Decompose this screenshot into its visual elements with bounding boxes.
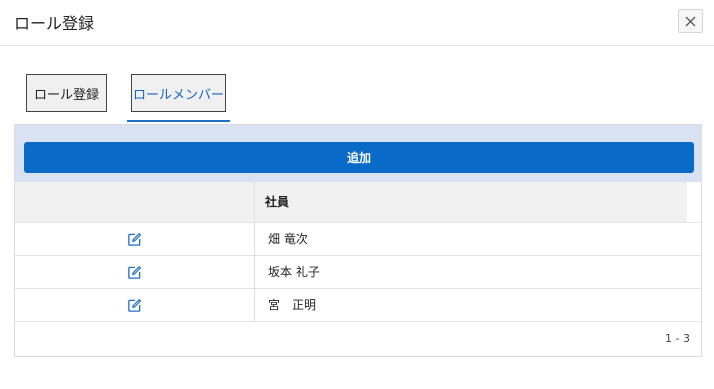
panel-toolbar: 追加 bbox=[15, 125, 701, 182]
table-row: 宮 正明 bbox=[15, 288, 701, 321]
add-button[interactable]: 追加 bbox=[24, 142, 694, 173]
edit-icon bbox=[128, 232, 142, 246]
edit-button[interactable] bbox=[15, 289, 254, 321]
tab-label: ロールメンバー bbox=[132, 87, 224, 103]
members-panel: 追加 社員 畑 竜次 坂本 礼子 宮 正明 1 - 3 bbox=[14, 124, 702, 357]
edit-button[interactable] bbox=[15, 256, 254, 288]
tab-role-members[interactable]: ロールメンバー bbox=[131, 74, 226, 112]
tab-role-registration[interactable]: ロール登録 bbox=[26, 74, 107, 112]
close-icon bbox=[685, 16, 696, 26]
column-header-employee[interactable]: 社員 bbox=[254, 182, 687, 222]
tab-label: ロール登録 bbox=[33, 87, 99, 103]
employee-name: 畑 竜次 bbox=[254, 223, 701, 255]
column-header-actions bbox=[15, 182, 254, 222]
close-button[interactable] bbox=[678, 9, 703, 33]
pager-range: 1 - 3 bbox=[665, 332, 690, 345]
dialog-title: ロール登録 bbox=[14, 14, 95, 33]
active-tab-indicator bbox=[127, 120, 230, 122]
grid-header: 社員 bbox=[15, 182, 687, 222]
edit-icon bbox=[128, 298, 142, 312]
edit-button[interactable] bbox=[15, 223, 254, 255]
edit-icon bbox=[128, 265, 142, 279]
employee-name: 坂本 礼子 bbox=[254, 256, 701, 288]
dialog-header: ロール登録 bbox=[0, 0, 714, 46]
employee-name: 宮 正明 bbox=[254, 289, 701, 321]
table-row: 坂本 礼子 bbox=[15, 255, 701, 288]
table-row: 畑 竜次 bbox=[15, 222, 701, 255]
grid-footer: 1 - 3 bbox=[15, 321, 701, 356]
